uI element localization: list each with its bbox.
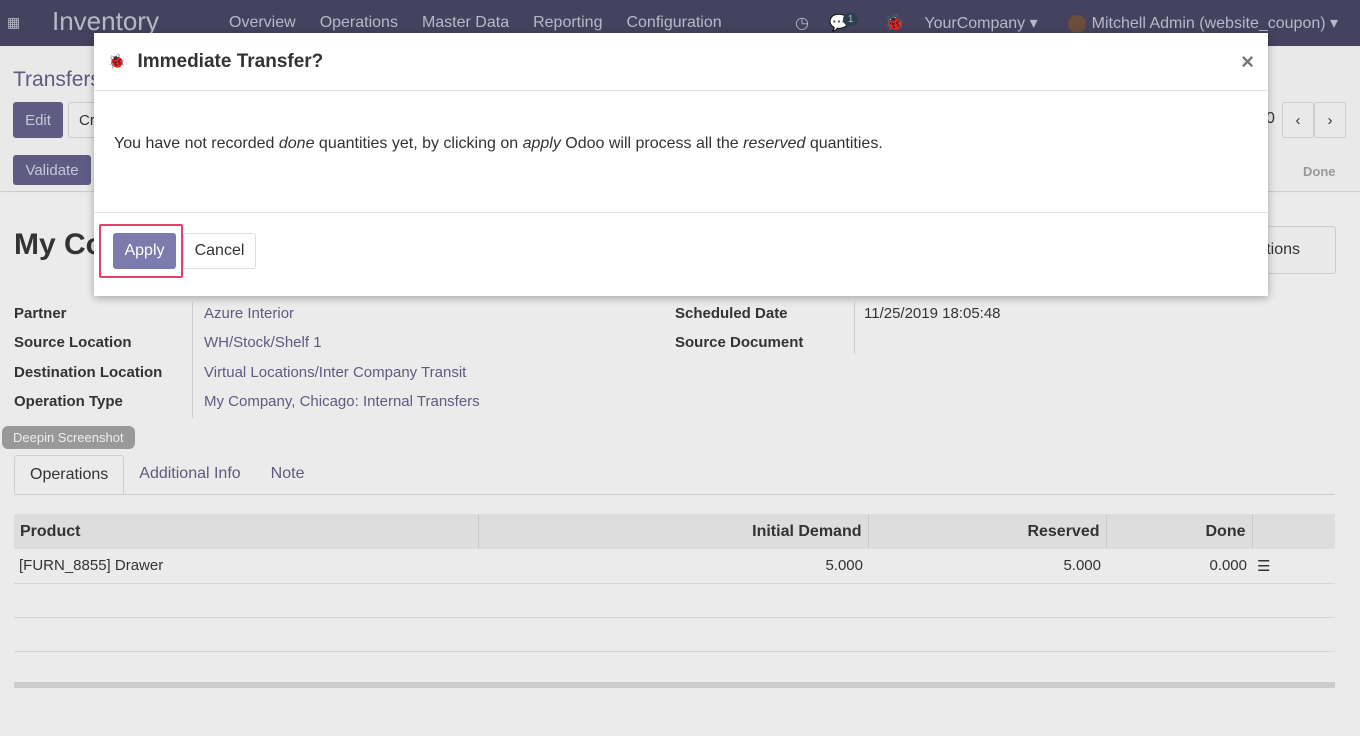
table-header: Product Initial Demand Reserved Done xyxy=(14,514,1335,549)
empty-row xyxy=(14,617,1335,652)
messaging-icon[interactable]: 💬1 xyxy=(829,13,864,33)
screenshot-tool-tag: Deepin Screenshot xyxy=(2,426,135,449)
col-product[interactable]: Product xyxy=(14,514,479,549)
col-actions xyxy=(1252,514,1335,549)
user-menu[interactable]: Mitchell Admin (website_coupon) ▾ xyxy=(1067,13,1338,33)
immediate-transfer-dialog: 🐞 Immediate Transfer? × You have not rec… xyxy=(94,33,1268,296)
apply-button[interactable]: Apply xyxy=(113,233,176,269)
menu-overview[interactable]: Overview xyxy=(229,14,296,32)
field-divider xyxy=(854,302,855,354)
col-reserved[interactable]: Reserved xyxy=(868,514,1107,549)
cell-done[interactable]: 0.000 xyxy=(1106,549,1252,584)
user-name: Mitchell Admin (website_coupon) xyxy=(1091,15,1326,32)
destination-location-label: Destination Location xyxy=(14,364,163,381)
empty-row xyxy=(14,583,1335,618)
empty-row xyxy=(14,651,1335,688)
menu-master-data[interactable]: Master Data xyxy=(422,14,509,32)
cell-reserved[interactable]: 5.000 xyxy=(868,549,1106,584)
source-location-label: Source Location xyxy=(14,334,132,351)
activity-clock-icon[interactable]: ◷ xyxy=(795,13,809,33)
partner-value[interactable]: Azure Interior xyxy=(204,305,294,322)
scheduled-date-label: Scheduled Date xyxy=(675,305,788,322)
tab-note[interactable]: Note xyxy=(256,455,320,494)
table-row[interactable]: [FURN_8855] Drawer 5.000 5.000 0.000 ☰ xyxy=(14,549,1335,584)
partner-label: Partner xyxy=(14,305,67,322)
close-icon[interactable]: × xyxy=(1241,49,1254,75)
dialog-message: You have not recorded done quantities ye… xyxy=(94,91,1268,213)
systray: ◷ 💬1 🐞 YourCompany ▾ Mitchell Admin (web… xyxy=(795,13,1338,33)
operation-type-value[interactable]: My Company, Chicago: Internal Transfers xyxy=(204,393,480,410)
destination-location-value[interactable]: Virtual Locations/Inter Company Transit xyxy=(204,364,466,381)
scheduled-date-value[interactable]: 11/25/2019 18:05:48 xyxy=(864,305,1001,322)
company-name: YourCompany xyxy=(924,15,1026,32)
debug-bug-icon[interactable]: 🐞 xyxy=(884,13,904,33)
message-text: Odoo will process all the xyxy=(560,135,744,152)
breadcrumb[interactable]: Transfers xyxy=(13,68,101,92)
menu-operations[interactable]: Operations xyxy=(320,14,398,32)
field-divider xyxy=(192,302,193,418)
notebook-tabs: Operations Additional Info Note xyxy=(14,455,1335,495)
pager-next-button[interactable]: › xyxy=(1314,102,1346,138)
detailed-operations-icon[interactable]: ☰ xyxy=(1252,549,1335,584)
operation-type-label: Operation Type xyxy=(14,393,123,410)
validate-button[interactable]: Validate xyxy=(13,155,91,185)
tab-additional-info[interactable]: Additional Info xyxy=(124,455,255,494)
tab-operations[interactable]: Operations xyxy=(14,455,125,494)
edit-button[interactable]: Edit xyxy=(13,102,63,138)
cell-initial-demand[interactable]: 5.000 xyxy=(478,549,868,584)
company-switcher[interactable]: YourCompany ▾ xyxy=(924,13,1037,33)
operations-table: Product Initial Demand Reserved Done [FU… xyxy=(14,514,1335,688)
col-initial-demand[interactable]: Initial Demand xyxy=(478,514,869,549)
pager-previous-button[interactable]: ‹ xyxy=(1282,102,1314,138)
avatar xyxy=(1067,14,1086,33)
dialog-title: Immediate Transfer? xyxy=(137,50,324,72)
status-done[interactable]: Done xyxy=(1303,164,1336,179)
message-emphasis: reserved xyxy=(743,135,806,152)
dialog-header: 🐞 Immediate Transfer? xyxy=(94,33,1268,91)
menu-configuration[interactable]: Configuration xyxy=(626,14,721,32)
apps-menu-icon[interactable]: ▦ xyxy=(7,14,20,31)
col-done[interactable]: Done xyxy=(1106,514,1253,549)
message-text: quantities. xyxy=(805,135,883,152)
cancel-button[interactable]: Cancel xyxy=(183,233,256,269)
message-emphasis: done xyxy=(278,135,315,152)
message-count-badge: 1 xyxy=(842,13,859,26)
source-document-label: Source Document xyxy=(675,334,804,351)
main-menu: Overview Operations Master Data Reportin… xyxy=(229,14,722,32)
source-location-value[interactable]: WH/Stock/Shelf 1 xyxy=(204,334,322,351)
cell-product[interactable]: [FURN_8855] Drawer xyxy=(14,549,478,584)
message-emphasis: apply xyxy=(522,135,561,152)
record-title: My Co xyxy=(14,228,104,261)
menu-reporting[interactable]: Reporting xyxy=(533,14,602,32)
debug-bug-icon[interactable]: 🐞 xyxy=(108,53,125,70)
message-text: You have not recorded xyxy=(114,135,279,152)
message-text: quantities yet, by clicking on xyxy=(314,135,523,152)
